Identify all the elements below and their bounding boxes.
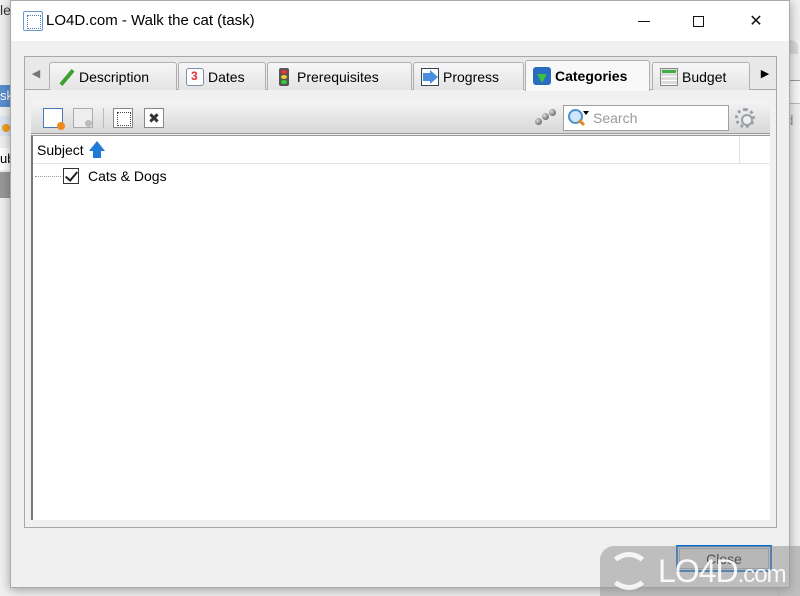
search-input[interactable] <box>593 110 723 126</box>
search-box[interactable] <box>563 105 729 131</box>
tab-container: ◀ Description Dates Prerequisites Progre… <box>24 56 777 528</box>
tab-label: Progress <box>443 68 500 85</box>
tab-dates[interactable]: Dates <box>178 62 266 90</box>
tree-connector <box>35 175 61 177</box>
arrow-right-icon <box>421 67 439 86</box>
traffic-light-icon <box>279 67 289 86</box>
watermark-brand: LO4D <box>658 552 739 589</box>
column-label: Subject <box>37 142 84 158</box>
tab-label: Description <box>79 68 150 85</box>
tab-budget[interactable]: Budget <box>652 62 750 90</box>
watermark-suffix: .com <box>737 560 787 588</box>
tree-row[interactable]: Cats & Dogs <box>33 164 770 188</box>
delete-button[interactable]: ✖ <box>144 108 164 128</box>
minimize-button[interactable] <box>621 1 667 41</box>
category-tree[interactable]: Subject Cats & Dogs <box>31 135 770 520</box>
tab-progress[interactable]: Progress <box>413 62 524 90</box>
task-dialog: LO4D.com - Walk the cat (task) ✕ ◀ Descr… <box>10 0 790 588</box>
toolbar-separator <box>103 108 104 128</box>
tab-label: Budget <box>682 68 727 85</box>
task-icon <box>23 11 43 31</box>
new-subcategory-button[interactable] <box>73 108 93 128</box>
tab-bar: ◀ Description Dates Prerequisites Progre… <box>25 57 776 91</box>
title-bar[interactable]: LO4D.com - Walk the cat (task) ✕ <box>11 1 789 41</box>
close-window-button[interactable]: ✕ <box>733 1 779 41</box>
maximize-button[interactable] <box>675 1 721 41</box>
maximize-icon <box>692 15 704 27</box>
column-header-subject[interactable]: Subject <box>37 141 106 159</box>
sort-ascending-icon <box>88 141 106 159</box>
chevron-right-icon: ▶ <box>760 67 770 80</box>
pencil-icon <box>57 68 75 86</box>
column-divider[interactable] <box>739 136 740 164</box>
minimize-icon <box>638 20 650 22</box>
chevron-left-icon: ◀ <box>31 67 41 80</box>
tab-scroll-right-button[interactable]: ▶ <box>754 57 776 89</box>
gear-icon[interactable] <box>735 108 755 128</box>
tab-label: Prerequisites <box>297 68 379 85</box>
tab-label: Dates <box>208 68 245 85</box>
watermark: LO4D.com <box>600 546 800 596</box>
new-category-button[interactable] <box>43 108 65 130</box>
show-columns-button[interactable] <box>535 109 557 127</box>
tab-prerequisites[interactable]: Prerequisites <box>267 62 412 90</box>
tab-description[interactable]: Description <box>49 62 177 90</box>
tree-header: Subject <box>33 136 770 164</box>
calculator-icon <box>660 67 678 86</box>
dropdown-icon <box>583 111 589 115</box>
categories-toolbar: ✖ <box>31 101 770 134</box>
tab-scroll-left-button[interactable]: ◀ <box>25 57 47 89</box>
folder-icon <box>533 67 551 85</box>
delete-icon: ✖ <box>148 110 160 126</box>
tab-categories[interactable]: Categories <box>525 60 650 91</box>
category-label[interactable]: Cats & Dogs <box>88 168 167 184</box>
watermark-logo-icon <box>608 552 650 590</box>
calendar-icon <box>186 67 204 86</box>
expand-all-button[interactable] <box>113 108 133 128</box>
close-icon: ✕ <box>749 13 763 30</box>
watermark-text: LO4D.com <box>658 552 787 590</box>
tab-label: Categories <box>555 68 628 84</box>
search-icon[interactable] <box>567 107 593 129</box>
window-title: LO4D.com - Walk the cat (task) <box>46 12 255 29</box>
category-checkbox[interactable] <box>63 168 79 184</box>
